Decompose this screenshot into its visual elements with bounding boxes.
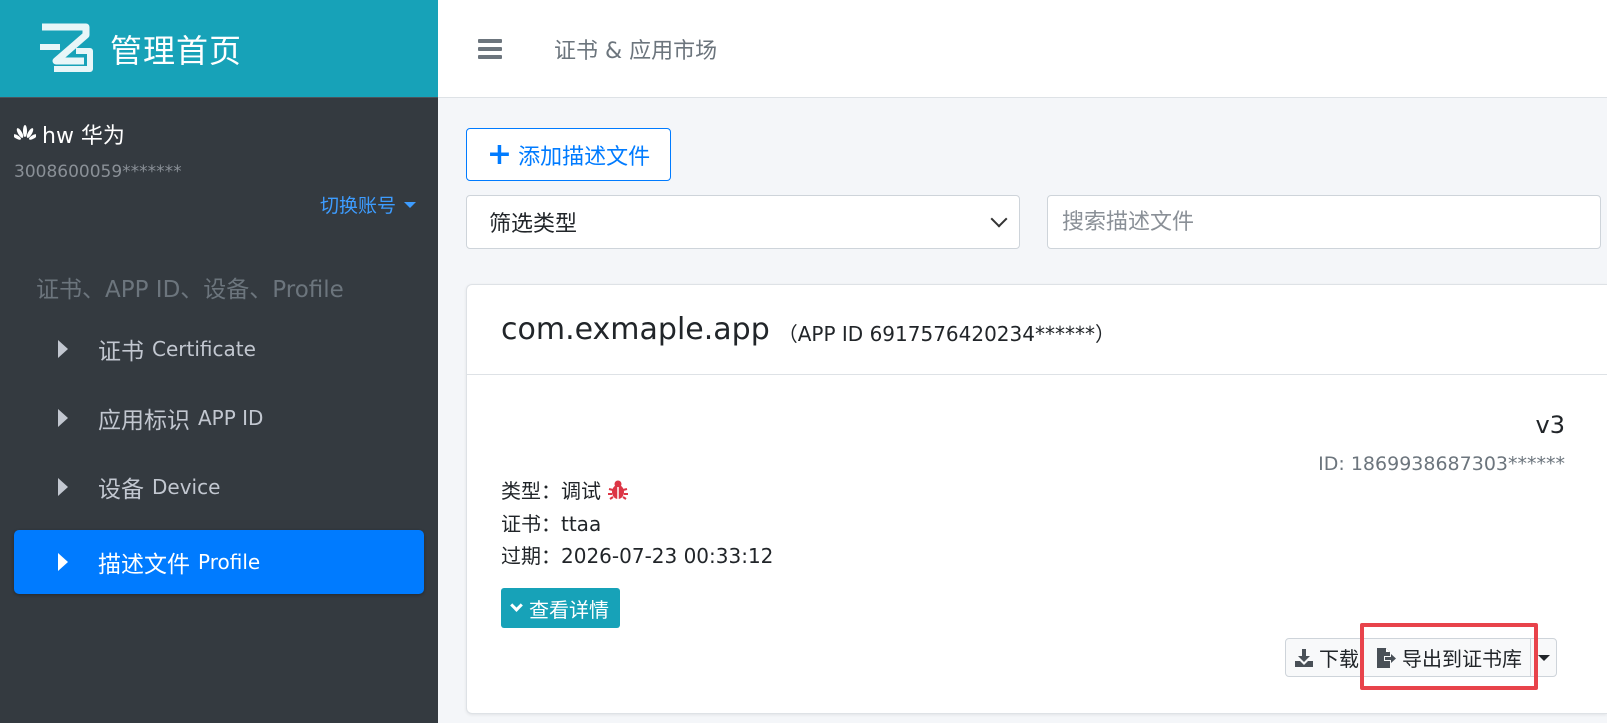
brand-logo-icon [40, 23, 93, 72]
caret-right-icon [58, 553, 68, 571]
profile-expiry: 过期：2026-07-23 00:33:12 [501, 544, 774, 568]
switch-account-label: 切换账号 [319, 195, 396, 217]
huawei-logo-icon [14, 125, 36, 140]
export-to-cert-store-label: 导出到证书库 [1402, 647, 1522, 671]
sidebar-item-sublabel: Device [152, 475, 221, 499]
chevron-down-icon [510, 599, 523, 612]
search-profile-input[interactable] [1047, 195, 1601, 249]
sidebar-item-label: 描述文件 [98, 552, 190, 578]
filter-type-select[interactable]: 筛选类型 [466, 195, 1020, 249]
sidebar-item-device[interactable]: 设备 Device [14, 455, 424, 519]
sidebar-item-label: 证书 [98, 339, 144, 365]
sidebar-item-app-id[interactable]: 应用标识 APP ID [14, 386, 424, 450]
page-title[interactable]: 证书 & 应用市场 [554, 33, 717, 65]
caret-right-icon [58, 340, 68, 358]
profile-id: ID: 1869938687303****** [1318, 453, 1565, 475]
chevron-down-icon [990, 210, 1008, 228]
sidebar-item-sublabel: Profile [198, 550, 261, 574]
view-details-label: 查看详情 [529, 597, 609, 622]
filter-type-value: 筛选类型 [489, 212, 578, 237]
sidebar-item-sublabel: APP ID [198, 406, 264, 430]
profile-card: com.exmaple.app （APP ID 6917576420234***… [466, 284, 1607, 714]
caret-right-icon [58, 409, 68, 427]
file-export-icon [1377, 647, 1396, 668]
sidebar-item-profile[interactable]: 描述文件 Profile [14, 530, 424, 594]
brand-link[interactable]: 管理首页 [0, 0, 438, 98]
profile-action-group: 下载 导出到证书库 [1285, 638, 1557, 677]
more-actions-dropdown[interactable] [1530, 639, 1556, 676]
caret-right-icon [58, 478, 68, 496]
profile-bundle-id: com.exmaple.app [501, 312, 770, 347]
profile-app-id: （APP ID 6917576420234******） [777, 322, 1115, 346]
download-icon [1295, 648, 1313, 667]
brand-title: 管理首页 [110, 31, 243, 70]
card-header: com.exmaple.app （APP ID 6917576420234***… [467, 285, 1607, 375]
user-panel: hw 华为 3008600059******* 切换账号 [0, 98, 438, 248]
caret-down-icon [1537, 654, 1550, 661]
download-label: 下载 [1319, 647, 1359, 671]
user-id: 3008600059******* [14, 162, 182, 182]
bug-icon [608, 480, 628, 500]
switch-account-dropdown[interactable]: 切换账号 [320, 191, 416, 218]
profile-type-row: 类型：调试 [501, 475, 629, 504]
nav-header: 证书、APP ID、设备、Profile [36, 277, 344, 303]
caret-down-icon [404, 201, 416, 208]
profile-certificate: 证书：ttaa [501, 512, 602, 536]
download-button[interactable]: 下载 [1286, 639, 1367, 676]
sidebar-item-sublabel: Certificate [152, 337, 256, 361]
hamburger-icon[interactable] [478, 38, 502, 59]
view-details-button[interactable]: 查看详情 [501, 588, 620, 628]
export-to-cert-store-button[interactable]: 导出到证书库 [1367, 639, 1530, 676]
add-profile-button[interactable]: + 添加描述文件 [466, 128, 671, 181]
sidebar-item-label: 应用标识 [98, 408, 190, 434]
profile-type: 类型：调试 [501, 479, 601, 503]
add-profile-label: 添加描述文件 [518, 144, 651, 170]
user-name-row: hw 华为 [14, 118, 424, 150]
sidebar-item-certificate[interactable]: 证书 Certificate [14, 317, 424, 381]
profile-version: v3 [1535, 411, 1565, 439]
sidebar: 管理首页 hw 华为 3008600059******* 切换账号 证书、APP… [0, 0, 438, 723]
user-name: hw 华为 [42, 124, 125, 149]
plus-icon: + [486, 136, 513, 172]
sidebar-item-label: 设备 [98, 477, 144, 503]
top-navbar: 证书 & 应用市场 [438, 0, 1607, 98]
